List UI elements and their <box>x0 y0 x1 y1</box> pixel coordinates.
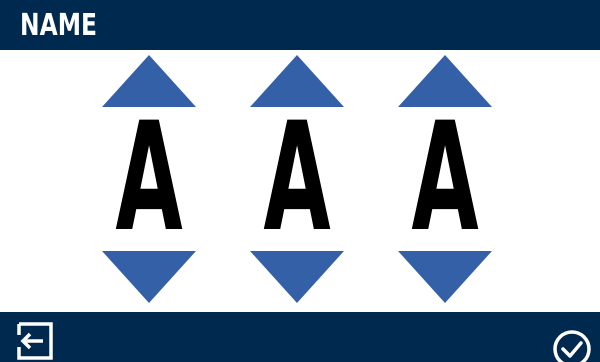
header-bar: NAME <box>0 0 600 50</box>
character-2-value: A <box>263 91 331 265</box>
checkmark-icon <box>553 330 591 362</box>
down-arrow-icon <box>250 251 344 303</box>
name-entry-screen: NAME A A A <box>0 0 600 362</box>
footer-bar <box>0 312 600 362</box>
character-slot-3: A <box>398 91 492 265</box>
confirm-button[interactable] <box>552 329 592 362</box>
char-2-down-button[interactable] <box>250 251 344 303</box>
character-1-value: A <box>115 91 183 265</box>
character-slot-2: A <box>250 91 344 265</box>
character-3-value: A <box>411 91 479 265</box>
character-column-3: A <box>398 50 492 312</box>
char-1-down-button[interactable] <box>102 251 196 303</box>
down-arrow-icon <box>102 251 196 303</box>
char-3-down-button[interactable] <box>398 251 492 303</box>
exit-icon <box>17 322 53 360</box>
exit-button[interactable] <box>13 320 55 362</box>
character-column-2: A <box>250 50 344 312</box>
character-slot-1: A <box>102 91 196 265</box>
page-title: NAME <box>20 8 97 43</box>
character-column-1: A <box>102 50 196 312</box>
down-arrow-icon <box>398 251 492 303</box>
